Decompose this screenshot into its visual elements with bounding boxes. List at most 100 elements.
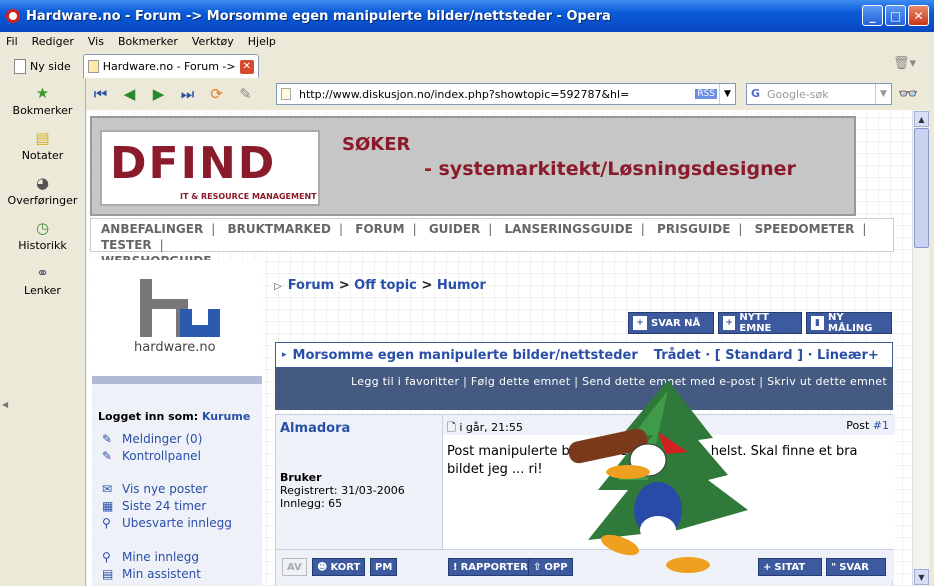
panel-label: Lenker <box>24 284 61 297</box>
control-panel-icon: ✎ <box>102 449 113 463</box>
new-tab-label: Ny side <box>30 59 71 73</box>
report-button[interactable]: ! RAPPORTER <box>448 558 533 576</box>
donald-duck-image <box>568 380 748 573</box>
new-tab-button[interactable]: Ny side <box>8 54 77 78</box>
crumb-humor[interactable]: Humor <box>437 278 486 293</box>
nav-item[interactable]: BRUKTMARKED <box>227 222 331 236</box>
reload-icon[interactable]: ⟳ <box>202 82 231 106</box>
author-posts: Innlegg: 65 <box>280 497 343 510</box>
user-panel: Logget inn som: Kurume ✎ Meldinger (0) ✎ K… <box>92 376 262 586</box>
crumb-forum[interactable]: Forum <box>288 278 335 293</box>
page-icon <box>281 88 291 100</box>
tab-bar: Ny side Hardware.no - Forum ->... ✕ <box>0 51 934 78</box>
button-label: SVAR NÅ <box>651 317 701 329</box>
opera-icon <box>6 9 20 23</box>
dfind-logo-text: DFIND <box>110 138 277 189</box>
pm-button[interactable]: PM <box>370 558 398 576</box>
vertical-scrollbar[interactable]: ▲ ▼ <box>912 110 929 586</box>
crumb-offtopic[interactable]: Off topic <box>354 278 417 293</box>
menu-edit[interactable]: Rediger <box>32 35 74 48</box>
menu-tools[interactable]: Verktøy <box>192 35 234 48</box>
my-assistant-link[interactable]: ▤ Min assistent <box>102 567 201 581</box>
reply-now-button[interactable]: + SVAR NÅ <box>628 312 714 334</box>
notes-icon: ▤ <box>35 129 50 147</box>
nav-item[interactable]: SPEEDOMETER <box>755 222 855 236</box>
title-bar: Hardware.no - Forum -> Morsomme egen man… <box>0 0 934 32</box>
star-icon: ★ <box>35 84 50 102</box>
ad-banner[interactable]: DFIND IT & RESOURCE MANAGEMENT SØKER - s… <box>90 116 856 216</box>
messages-link[interactable]: ✎ Meldinger (0) <box>102 432 202 446</box>
reply-button[interactable]: " SVAR <box>826 558 886 576</box>
nav-item[interactable]: GUIDER <box>429 222 480 236</box>
back-icon[interactable]: ◀ <box>115 82 144 106</box>
trash-icon[interactable]: 🗑▾ <box>893 56 916 71</box>
view-mode-links[interactable]: Trådet · [ Standard ] · Lineær+ <box>654 348 879 363</box>
forward-icon[interactable]: ▶ <box>144 82 173 106</box>
post-author[interactable]: Almadora <box>280 421 350 436</box>
panel-transfers[interactable]: ◕ Overføringer <box>0 168 85 213</box>
post-page-icon: 🗋 <box>447 421 456 434</box>
profile-card-button[interactable]: ☻ KORT <box>312 558 366 576</box>
edit-icon[interactable]: ✎ <box>231 82 260 106</box>
glasses-icon[interactable]: 👓 <box>898 84 918 103</box>
av-button[interactable]: AV <box>282 558 307 576</box>
link-label: Mine innlegg <box>122 550 199 564</box>
close-button[interactable]: ✕ <box>908 5 929 26</box>
scroll-thumb[interactable] <box>914 128 929 248</box>
button-label: NY MÅLING <box>828 312 873 334</box>
close-tab-icon[interactable]: ✕ <box>239 59 254 74</box>
unanswered-link[interactable]: ⚲ Ubesvarte innlegg <box>102 516 232 530</box>
address-dropdown-icon[interactable]: ▼ <box>719 84 735 104</box>
nav-item[interactable]: PRISGUIDE <box>657 222 730 236</box>
menu-view[interactable]: Vis <box>88 35 104 48</box>
panel-history[interactable]: ◷ Historikk <box>0 213 85 258</box>
new-topic-button[interactable]: + NYTT EMNE <box>718 312 802 334</box>
maximize-button[interactable]: □ <box>885 5 906 26</box>
author-info: Bruker Registrert: 31/03-2006 Innlegg: 6… <box>280 471 405 510</box>
breadcrumb: ▷ Forum > Off topic > Humor <box>274 278 486 293</box>
tab-active[interactable]: Hardware.no - Forum ->... ✕ <box>82 54 259 78</box>
rewind-icon[interactable]: ⏮ <box>86 82 115 106</box>
my-posts-link[interactable]: ⚲ Mine innlegg <box>102 550 199 564</box>
panel-notes[interactable]: ▤ Notater <box>0 123 85 168</box>
new-poll-button[interactable]: ▮ NY MÅLING <box>806 312 892 334</box>
post-number-link[interactable]: #1 <box>873 419 889 432</box>
address-bar[interactable]: http://www.diskusjon.no/index.php?showto… <box>276 83 736 105</box>
panel-links[interactable]: ⚭ Lenker <box>0 258 85 303</box>
window-title: Hardware.no - Forum -> Morsomme egen man… <box>26 8 611 24</box>
panel-label: Historikk <box>18 239 67 252</box>
minimize-button[interactable]: _ <box>862 5 883 26</box>
link-icon: ⚭ <box>36 264 49 282</box>
panel-label: Overføringer <box>7 194 78 207</box>
scroll-down-icon[interactable]: ▼ <box>914 569 929 585</box>
nav-item[interactable]: TESTER <box>101 238 152 252</box>
panel-collapse-icon[interactable]: ◀ <box>2 400 8 409</box>
left-column: hardware.no Logget inn som: Kurume ✎ Meld… <box>90 260 262 586</box>
topic-title: Morsomme egen manipulerte bilder/nettste… <box>292 347 638 363</box>
menu-bookmarks[interactable]: Bokmerker <box>118 35 178 48</box>
last-24h-link[interactable]: ▦ Siste 24 timer <box>102 499 206 513</box>
menu-help[interactable]: Hjelp <box>248 35 276 48</box>
scroll-up-icon[interactable]: ▲ <box>914 111 929 127</box>
menu-file[interactable]: Fil <box>6 35 18 48</box>
panel-bookmarks[interactable]: ★ Bokmerker <box>0 78 85 123</box>
nav-item[interactable]: ANBEFALINGER <box>101 222 203 236</box>
banner-line-1: SØKER <box>342 134 411 155</box>
dfind-logo-subtitle: IT & RESOURCE MANAGEMENT <box>180 192 317 201</box>
search-dropdown-icon[interactable]: ▼ <box>875 84 891 104</box>
control-panel-link[interactable]: ✎ Kontrollpanel <box>102 449 201 463</box>
new-posts-link[interactable]: ✉ Vis nye poster <box>102 482 207 496</box>
button-label: NYTT EMNE <box>739 312 772 334</box>
link-label: Ubesvarte innlegg <box>122 516 232 530</box>
menu-bar: Fil Rediger Vis Bokmerker Verktøy Hjelp <box>0 32 934 51</box>
panel-label: Notater <box>21 149 64 162</box>
nav-item[interactable]: FORUM <box>355 222 404 236</box>
address-input[interactable]: http://www.diskusjon.no/index.php?showto… <box>299 88 695 101</box>
search-field[interactable]: G Google-søk ▼ <box>746 83 892 105</box>
new-topic-icon: + <box>723 316 736 330</box>
fast-forward-icon[interactable]: ⏭ <box>173 82 202 106</box>
rss-icon[interactable]: RSS <box>695 89 717 99</box>
logged-in-label: Logget inn som: Kurume <box>98 410 250 423</box>
nav-item[interactable]: LANSERINGSGUIDE <box>505 222 633 236</box>
username-link[interactable]: Kurume <box>202 410 250 423</box>
